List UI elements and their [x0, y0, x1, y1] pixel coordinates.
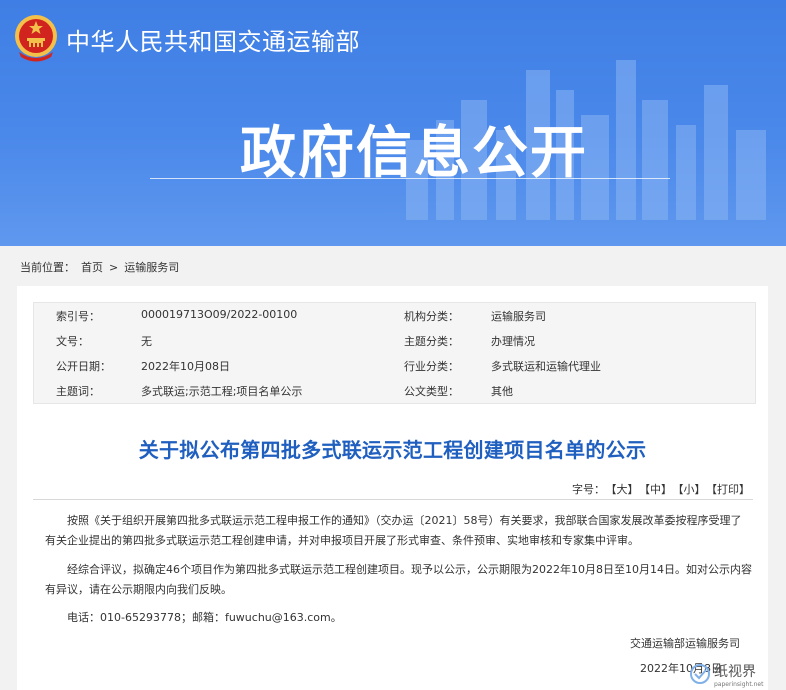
paragraph-1: 按照《关于组织开展第四批多式联运示范工程申报工作的通知》（交办运〔2021〕58…	[45, 511, 745, 551]
watermark-text: 纸视界	[714, 664, 756, 680]
breadcrumb-home-link[interactable]: 首页	[81, 261, 103, 274]
breadcrumb: 当前位置： 首页 > 运输服务司	[20, 259, 185, 275]
watermark-logo: 纸视界 paperinsight.net	[690, 664, 764, 688]
print-button[interactable]: 【打印】	[712, 483, 751, 496]
meta-value-topic: 办理情况	[491, 335, 535, 348]
metadata-table: 索引号： 000019713O09/2022-00100 机构分类： 运输服务司…	[33, 302, 756, 404]
meta-label-docno: 文号：	[56, 335, 89, 348]
font-medium-button[interactable]: 【中】	[645, 483, 673, 496]
meta-label-doctype: 公文类型：	[404, 385, 459, 398]
meta-value-date: 2022年10月08日	[141, 360, 230, 373]
contact-info: 电话：010-65293778；邮箱：fuwuchu@163.com。	[67, 611, 342, 624]
font-size-label: 字号：	[572, 483, 605, 496]
meta-label-agency: 机构分类：	[404, 310, 459, 323]
meta-value-index: 000019713O09/2022-00100	[141, 308, 298, 321]
banner-divider	[150, 178, 670, 179]
signature: 交通运输部运输服务司	[630, 637, 740, 650]
banner-title: 政府信息公开	[240, 121, 588, 186]
header-banner: 中华人民共和国交通运输部 政府信息公开	[0, 0, 786, 246]
breadcrumb-label: 当前位置：	[20, 261, 75, 274]
ministry-name: 中华人民共和国交通运输部	[66, 28, 360, 56]
article-card: 索引号： 000019713O09/2022-00100 机构分类： 运输服务司…	[17, 286, 768, 690]
meta-label-index: 索引号：	[56, 310, 100, 323]
paragraph-2: 经综合评议，拟确定46个项目作为第四批多式联运示范工程创建项目。现予以公示，公示…	[45, 560, 752, 600]
paragraph-2-line-1: 经综合评议，拟确定46个项目作为第四批多式联运示范工程创建项目。现予以公示，公示…	[67, 563, 752, 576]
meta-label-topic: 主题分类：	[404, 335, 459, 348]
article-title: 关于拟公布第四批多式联运示范工程创建项目名单的公示	[138, 438, 647, 462]
paragraph-2-line-2: 有异议，请在公示期限内向我们反映。	[45, 583, 232, 596]
paragraph-1-line-1: 按照《关于组织开展第四批多式联运示范工程申报工作的通知》（交办运〔2021〕58…	[67, 514, 742, 527]
meta-label-date: 公开日期：	[56, 360, 111, 373]
meta-label-keywords: 主题词：	[56, 385, 100, 398]
font-small-button[interactable]: 【小】	[678, 483, 706, 496]
font-size-controls: 字号： 【大】 【中】 【小】 【打印】	[572, 481, 750, 497]
breadcrumb-current-link[interactable]: 运输服务司	[124, 261, 179, 274]
meta-value-doctype: 其他	[491, 385, 513, 398]
meta-value-industry: 多式联运和运输代理业	[491, 360, 601, 373]
meta-value-docno: 无	[141, 335, 152, 348]
content-divider	[33, 499, 753, 500]
breadcrumb-separator: >	[109, 261, 119, 274]
paragraph-1-line-2: 有关企业提出的第四批多式联运示范工程创建申请，并对申报项目开展了形式审查、条件预…	[45, 534, 639, 547]
national-emblem-icon	[15, 15, 57, 62]
font-large-button[interactable]: 【大】	[611, 483, 639, 496]
meta-label-industry: 行业分类：	[404, 360, 459, 373]
meta-value-agency: 运输服务司	[491, 310, 546, 323]
watermark-subtext: paperinsight.net	[714, 681, 764, 688]
meta-value-keywords: 多式联运;示范工程;项目名单公示	[141, 385, 303, 398]
